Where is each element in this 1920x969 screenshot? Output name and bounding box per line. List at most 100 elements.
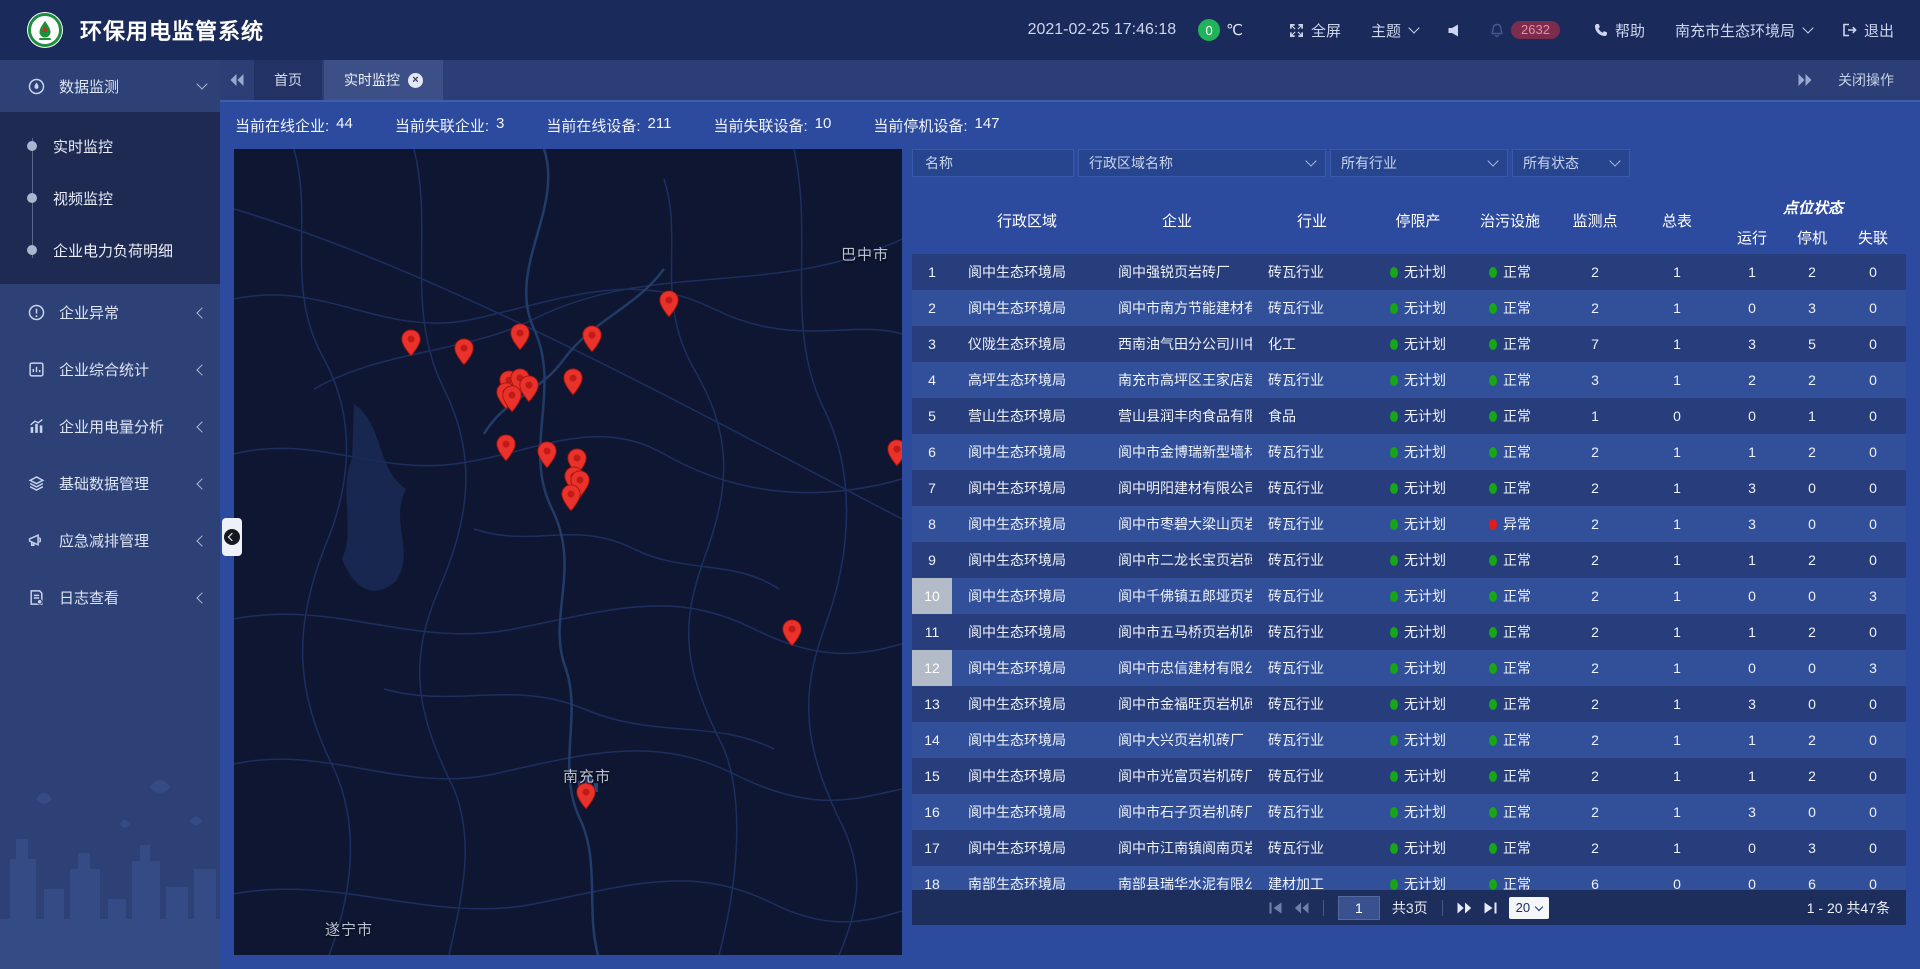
cell-running: 1 xyxy=(1720,732,1784,748)
table-row[interactable]: 9阆中生态环境局阆中市二龙长宝页岩砖砖瓦行业无计划正常21120 xyxy=(912,542,1906,578)
region-filter-select[interactable]: 行政区域名称 xyxy=(1078,149,1326,177)
tab-home[interactable]: 首页 xyxy=(254,60,322,100)
name-filter-input[interactable] xyxy=(923,154,1063,172)
table-row[interactable]: 2阆中生态环境局阆中市南方节能建材有砖瓦行业无计划正常21030 xyxy=(912,290,1906,326)
status-filter-select[interactable]: 所有状态 xyxy=(1512,149,1630,177)
industry-filter-select[interactable]: 所有行业 xyxy=(1330,149,1508,177)
cell-points: 2 xyxy=(1556,804,1634,820)
sidebar-item-power-load-detail[interactable]: 企业电力负荷明细 xyxy=(0,224,220,276)
sidebar-item-data-monitoring[interactable]: 数据监测 xyxy=(0,60,220,112)
column-header-industry: 行业 xyxy=(1252,210,1372,231)
first-page-button[interactable] xyxy=(1269,902,1282,914)
sidebar-item-emergency-reduction[interactable]: 应急减排管理 xyxy=(0,512,220,569)
table-row[interactable]: 4高坪生态环境局南充市高坪区王家店建砖瓦行业无计划正常31220 xyxy=(912,362,1906,398)
sidebar-collapse-handle[interactable] xyxy=(222,518,242,556)
cell-company: 阆中明阳建材有限公司 xyxy=(1102,478,1252,498)
chevron-down-icon xyxy=(1305,155,1316,166)
table-row[interactable]: 14阆中生态环境局阆中大兴页岩机砖厂砖瓦行业无计划正常21120 xyxy=(912,722,1906,758)
page-size-select[interactable]: 20 xyxy=(1509,897,1549,919)
sidebar-item-video-monitoring[interactable]: 视频监控 xyxy=(0,172,220,224)
map-city-label: 巴中市 xyxy=(841,244,889,265)
sidebar-item-power-analysis[interactable]: 企业用电量分析 xyxy=(0,398,220,455)
table-row[interactable]: 13阆中生态环境局阆中市金福旺页岩机砖砖瓦行业无计划正常21300 xyxy=(912,686,1906,722)
logout-button[interactable]: 退出 xyxy=(1842,20,1894,41)
cell-limit-label: 无计划 xyxy=(1404,658,1446,678)
cell-running: 1 xyxy=(1720,552,1784,568)
previous-page-button[interactable] xyxy=(1294,902,1309,914)
cell-facility: 正常 xyxy=(1464,586,1556,606)
sidebar-item-enterprise-abnormal[interactable]: 企业异常 xyxy=(0,284,220,341)
table-row[interactable]: 1阆中生态环境局阆中强锐页岩砖厂砖瓦行业无计划正常21120 xyxy=(912,254,1906,290)
map-panel[interactable]: 巴中市南充市遂宁市 xyxy=(234,149,902,955)
status-dot-green xyxy=(1390,699,1398,710)
last-page-button[interactable] xyxy=(1484,902,1497,914)
sidebar-item-basic-data[interactable]: 基础数据管理 xyxy=(0,455,220,512)
cell-facility-label: 正常 xyxy=(1503,406,1531,426)
sidebar-item-log-view[interactable]: 日志查看 xyxy=(0,569,220,626)
table-row[interactable]: 5营山生态环境局营山县润丰肉食品有限食品无计划正常10010 xyxy=(912,398,1906,434)
cell-company: 阆中市二龙长宝页岩砖 xyxy=(1102,550,1252,570)
close-operations-button[interactable]: 关闭操作 xyxy=(1838,70,1894,90)
cell-industry: 砖瓦行业 xyxy=(1252,586,1372,606)
table-row[interactable]: 11阆中生态环境局阆中市五马桥页岩机砖砖瓦行业无计划正常21120 xyxy=(912,614,1906,650)
table-row[interactable]: 6阆中生态环境局阆中市金博瑞新型墙材砖瓦行业无计划正常21120 xyxy=(912,434,1906,470)
cell-row-number: 11 xyxy=(912,614,952,650)
org-menu[interactable]: 南充市生态环境局 xyxy=(1675,20,1812,41)
double-chevron-right-icon[interactable] xyxy=(1798,74,1812,86)
table-row[interactable]: 3仪陇生态环境局西南油气田分公司川中化工无计划正常71350 xyxy=(912,326,1906,362)
page-number-input[interactable]: 1 xyxy=(1338,896,1380,920)
table-row[interactable]: 10阆中生态环境局阆中千佛镇五郎垭页岩砖瓦行业无计划正常21003 xyxy=(912,578,1906,614)
cell-meters: 1 xyxy=(1634,696,1720,712)
cell-meters: 1 xyxy=(1634,624,1720,640)
table-row[interactable]: 16阆中生态环境局阆中市石子页岩机砖厂砖瓦行业无计划正常21300 xyxy=(912,794,1906,830)
next-page-button[interactable] xyxy=(1457,902,1472,914)
cell-limit-label: 无计划 xyxy=(1404,262,1446,282)
cell-meters: 1 xyxy=(1634,480,1720,496)
cell-meters: 0 xyxy=(1634,876,1720,890)
cell-row-number: 15 xyxy=(912,758,952,794)
column-header-stopped: 停机 xyxy=(1784,227,1840,248)
help-button[interactable]: 帮助 xyxy=(1594,20,1645,41)
cell-limit: 无计划 xyxy=(1372,874,1464,890)
cell-limit: 无计划 xyxy=(1372,658,1464,678)
header: 环保用电监管系统 2021-02-25 17:46:18 0 ℃ 全屏 主题 xyxy=(0,0,1920,60)
cell-limit-label: 无计划 xyxy=(1404,802,1446,822)
cell-meters: 1 xyxy=(1634,588,1720,604)
tab-realtime-monitoring[interactable]: 实时监控 × xyxy=(324,60,443,100)
table-row[interactable]: 7阆中生态环境局阆中明阳建材有限公司砖瓦行业无计划正常21300 xyxy=(912,470,1906,506)
sidebar-item-realtime-monitoring[interactable]: 实时监控 xyxy=(0,120,220,172)
cell-points: 3 xyxy=(1556,372,1634,388)
table-row[interactable]: 12阆中生态环境局阆中市忠信建材有限公砖瓦行业无计划正常21003 xyxy=(912,650,1906,686)
table-row[interactable]: 15阆中生态环境局阆中市光富页岩机砖厂砖瓦行业无计划正常21120 xyxy=(912,758,1906,794)
chevron-left-icon xyxy=(196,307,207,318)
cell-facility-label: 正常 xyxy=(1503,622,1531,642)
cell-facility-label: 正常 xyxy=(1503,730,1531,750)
cell-running: 0 xyxy=(1720,660,1784,676)
status-dot-green xyxy=(1489,663,1497,674)
fullscreen-button[interactable]: 全屏 xyxy=(1289,20,1341,41)
total-pages-label: 共3页 xyxy=(1392,898,1428,918)
table-row[interactable]: 18南部生态环境局南部县瑞华水泥有限公建材加工无计划正常60060 xyxy=(912,866,1906,890)
theme-button[interactable]: 主题 xyxy=(1371,20,1418,41)
cell-stopped: 2 xyxy=(1784,624,1840,640)
logout-label: 退出 xyxy=(1864,20,1894,41)
sound-button[interactable] xyxy=(1448,24,1460,37)
cell-industry: 砖瓦行业 xyxy=(1252,262,1372,282)
filter-bar: 行政区域名称 所有行业 所有状态 xyxy=(912,149,1906,177)
tabs-scroll-left-button[interactable] xyxy=(220,60,254,100)
cell-meters: 1 xyxy=(1634,444,1720,460)
cell-company: 阆中市石子页岩机砖厂 xyxy=(1102,802,1252,822)
column-header-limit: 停限产 xyxy=(1372,210,1464,231)
name-filter[interactable] xyxy=(912,149,1074,177)
notification-button[interactable]: 2632 xyxy=(1490,21,1560,39)
table-row[interactable]: 17阆中生态环境局阆中市江南镇阆南页岩砖瓦行业无计划正常21030 xyxy=(912,830,1906,866)
tab-close-icon[interactable]: × xyxy=(408,73,423,88)
cell-row-number: 17 xyxy=(912,830,952,866)
cell-points: 2 xyxy=(1556,732,1634,748)
cell-lost: 3 xyxy=(1840,588,1906,604)
table-row[interactable]: 8阆中生态环境局阆中市枣碧大梁山页岩砖瓦行业无计划异常21300 xyxy=(912,506,1906,542)
cell-lost: 0 xyxy=(1840,768,1906,784)
sidebar-item-enterprise-statistics[interactable]: 企业综合统计 xyxy=(0,341,220,398)
cell-region: 阆中生态环境局 xyxy=(952,298,1102,318)
cell-stopped: 5 xyxy=(1784,336,1840,352)
